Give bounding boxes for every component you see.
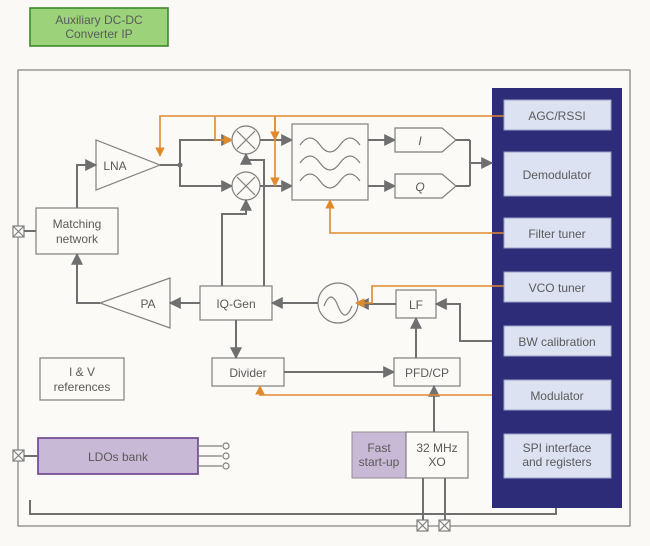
vco-icon [318, 283, 358, 323]
svg-text:start-up: start-up [359, 455, 400, 469]
side-ftune: Filter tuner [504, 218, 611, 248]
side-vtune: VCO tuner [504, 272, 611, 302]
iq-gen: IQ-Gen [200, 286, 272, 320]
iv-label: I & V [69, 365, 95, 379]
fast-label: Fast [367, 441, 391, 455]
xo-port1-icon [417, 520, 428, 531]
lf: LF [396, 290, 436, 318]
fast-startup: Fast start-up [352, 432, 406, 478]
side-demod-label: Demodulator [523, 168, 592, 182]
q-label: Q [415, 180, 424, 194]
side-vtune-label: VCO tuner [529, 281, 586, 295]
q-driver: Q [395, 174, 456, 198]
side-bwcal: BW calibration [504, 326, 611, 356]
xo-block: 32 MHz XO [406, 432, 468, 478]
side-spi-label: SPI interface [523, 441, 592, 455]
side-agc-label: AGC/RSSI [528, 109, 585, 123]
side-demod: Demodulator [504, 152, 611, 196]
xo-port2-icon [439, 520, 450, 531]
antenna-port-icon [13, 226, 24, 237]
matching-label: Matching [53, 217, 102, 231]
side-ftune-label: Filter tuner [528, 227, 585, 241]
pfd-cp: PFD/CP [394, 358, 460, 386]
title-line1: Auxiliary DC-DC [55, 13, 143, 27]
divider-label: Divider [229, 366, 266, 380]
divider: Divider [212, 358, 284, 386]
lf-label: LF [409, 298, 423, 312]
side-agc: AGC/RSSI [504, 100, 611, 130]
ldos-label: LDOs bank [88, 450, 149, 464]
side-mod: Modulator [504, 380, 611, 410]
side-bwcal-label: BW calibration [518, 335, 595, 349]
mixer-q-icon [232, 172, 260, 200]
svg-text:network: network [56, 232, 99, 246]
svg-text:Converter IP: Converter IP [65, 27, 132, 41]
i-driver: I [395, 128, 456, 152]
pfdcp-label: PFD/CP [405, 366, 449, 380]
svg-text:XO: XO [428, 455, 445, 469]
lna-label: LNA [103, 159, 126, 173]
title-block: Auxiliary DC-DC Converter IP [30, 8, 168, 46]
pa-label: PA [140, 297, 155, 311]
ldos-bank: LDOs bank [38, 438, 198, 474]
side-spi: SPI interface and registers [504, 434, 611, 478]
iv-references: I & V references [40, 358, 124, 400]
side-mod-label: Modulator [530, 389, 583, 403]
xo-label: 32 MHz [416, 441, 457, 455]
filter-icon [292, 124, 368, 200]
power-port-icon [13, 450, 24, 461]
svg-text:references: references [54, 380, 111, 394]
mixer-i-icon [232, 126, 260, 154]
svg-text:and registers: and registers [522, 455, 591, 469]
matching-network: Matching network [36, 208, 118, 254]
iqgen-label: IQ-Gen [216, 297, 255, 311]
